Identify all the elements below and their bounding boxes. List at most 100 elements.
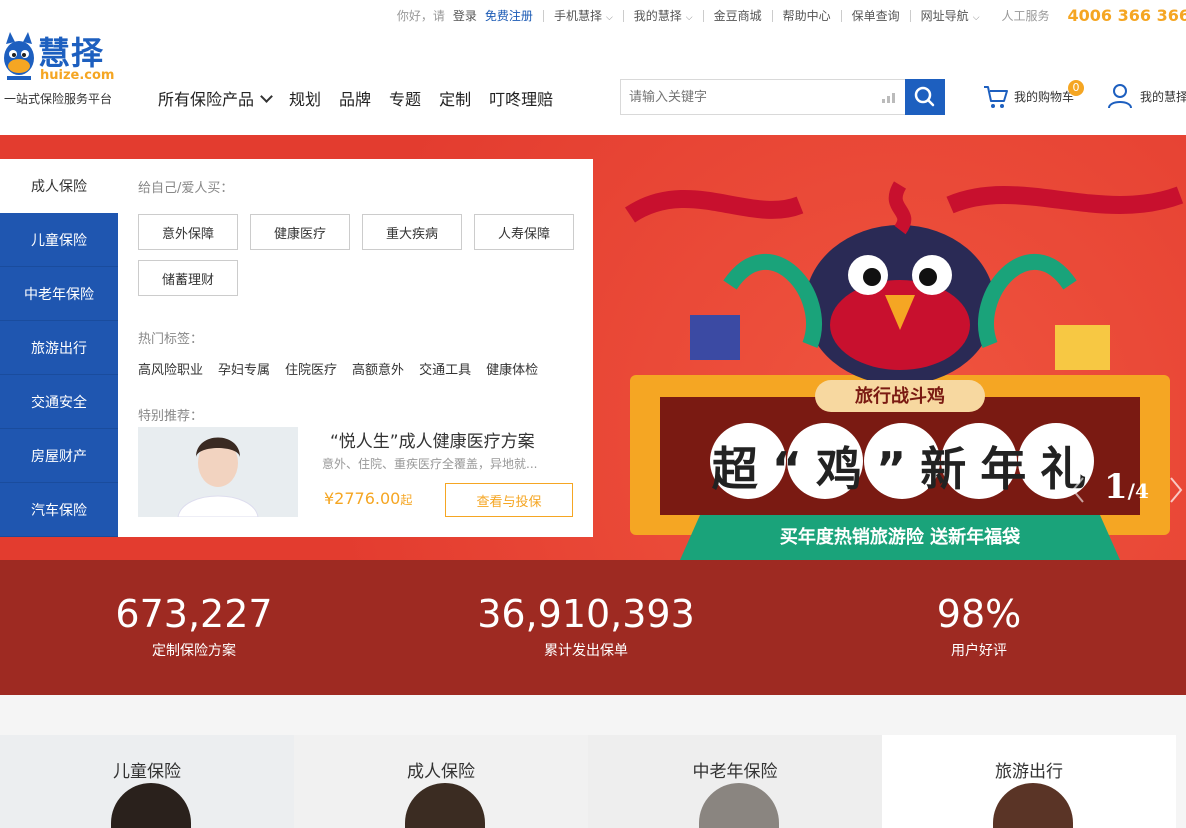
- shopping-cart-icon: [984, 86, 1008, 108]
- chevron-left-icon: [1071, 477, 1084, 503]
- hot-tags-label: 热门标签：: [138, 332, 204, 347]
- showcase-card-children[interactable]: 儿童保险: [0, 735, 294, 828]
- nav-planning[interactable]: 规划: [289, 86, 321, 110]
- card-title: 成人保险: [407, 762, 475, 782]
- banner-slogan: 买年度热销旅游险 送新年福袋: [779, 527, 1021, 548]
- nav-all-products[interactable]: 所有保险产品: [158, 86, 273, 110]
- horse-mascot-icon: [4, 32, 34, 80]
- showcase-card-elderly[interactable]: 中老年保险: [588, 735, 882, 828]
- category-panel: 给自己/爱人买： 意外保障 健康医疗 重大疾病 人寿保障 储蓄理财 热门标签： …: [138, 159, 578, 517]
- showcase-card-travel[interactable]: 旅游出行: [882, 735, 1176, 828]
- tag-savings[interactable]: 储蓄理财: [138, 260, 238, 296]
- hot-tag[interactable]: 健康体检: [486, 359, 538, 378]
- product-type-tags: 意外保障 健康医疗 重大疾病 人寿保障 储蓄理财: [138, 214, 598, 306]
- site-nav-menu[interactable]: 网址导航 ⌵: [921, 7, 980, 24]
- my-huize-label: 我的慧择: [633, 9, 682, 23]
- customer-service-link[interactable]: 人工服务: [1002, 7, 1050, 24]
- nav-all-products-label: 所有保险产品: [158, 90, 255, 109]
- site-nav-label: 网址导航: [920, 9, 969, 23]
- hot-tag[interactable]: 高额意外: [352, 359, 404, 378]
- stat-policies-issued: 36,910,393 累计发出保单: [436, 592, 736, 660]
- my-huize-menu[interactable]: 我的慧择 ⌵: [634, 7, 693, 24]
- stat-value: 36,910,393: [477, 592, 695, 636]
- hot-tag[interactable]: 高风险职业: [138, 359, 203, 378]
- product-photo[interactable]: [138, 427, 298, 517]
- nav-brand[interactable]: 品牌: [339, 86, 371, 110]
- brand-tagline: 一站式保险服务平台: [4, 92, 113, 106]
- divider: [622, 9, 624, 22]
- hotline-number: 4006 366 366: [1067, 6, 1186, 25]
- banner-title: 超“鸡”新年礼: [711, 442, 1101, 496]
- search-button[interactable]: [905, 79, 945, 115]
- product-price: ¥2776.00起: [324, 489, 412, 508]
- divider: [909, 9, 911, 22]
- nav-claims[interactable]: 叮咚理赔: [489, 86, 553, 110]
- hot-tag[interactable]: 住院医疗: [285, 359, 337, 378]
- category-property[interactable]: 房屋财产: [0, 429, 118, 483]
- category-adult[interactable]: 成人保险: [0, 159, 118, 213]
- stat-value: 98%: [936, 592, 1022, 636]
- price-value: ¥2776.00: [324, 489, 401, 508]
- brand-domain: huize.com: [40, 68, 115, 83]
- search-input[interactable]: [620, 79, 906, 115]
- hot-tag[interactable]: 孕妇专属: [218, 359, 270, 378]
- carousel-pager: 1/4: [1104, 467, 1149, 507]
- card-title: 旅游出行: [995, 762, 1063, 782]
- category-travel[interactable]: 旅游出行: [0, 321, 118, 375]
- category-menu: 成人保险 儿童保险 中老年保险 旅游出行 交通安全 房屋财产 汽车保险 给自己/…: [0, 159, 593, 537]
- logo[interactable]: 慧择 huize.com 一站式保险服务平台: [0, 28, 120, 108]
- main-nav: 所有保险产品 规划 品牌 专题 定制 叮咚理赔: [158, 86, 571, 110]
- chevron-right-icon: [1170, 477, 1183, 503]
- banner-subtitle: 旅行战斗鸡: [855, 386, 945, 407]
- account-link[interactable]: 我的慧择: [1106, 82, 1186, 110]
- product-title[interactable]: “悦人生”成人健康医疗方案: [330, 427, 535, 452]
- cart-count-badge: 0: [1068, 80, 1084, 96]
- top-bar: 你好，请 登录 免费注册 手机慧择 ⌵ 我的慧择 ⌵ 金豆商城 帮助中心 保单查询 …: [0, 0, 1186, 34]
- nav-custom[interactable]: 定制: [439, 86, 471, 110]
- tag-life[interactable]: 人寿保障: [474, 214, 574, 250]
- stat-user-rating: 98% 用户好评: [829, 592, 1129, 660]
- mobile-huize-label: 手机慧择: [553, 9, 602, 23]
- chevron-down-icon: ⌵: [972, 13, 980, 23]
- cart-label: 我的购物车: [1014, 89, 1075, 104]
- hot-tag[interactable]: 交通工具: [419, 359, 471, 378]
- person-photo: [993, 783, 1073, 828]
- stat-value: 673,227: [115, 592, 273, 636]
- hero-banner[interactable]: 旅行战斗鸡 超“鸡”新年礼 买年度热销旅游险 送新年福袋 1/4 成人保险 儿童…: [0, 135, 1186, 560]
- category-elderly[interactable]: 中老年保险: [0, 267, 118, 321]
- nav-topics[interactable]: 专题: [389, 86, 421, 110]
- user-icon: [1108, 84, 1132, 109]
- cart-link[interactable]: 我的购物车 0: [982, 80, 1084, 110]
- chevron-down-icon: ⌵: [605, 13, 613, 23]
- banner-artwork: [625, 181, 1184, 560]
- help-center-link[interactable]: 帮助中心: [783, 7, 831, 24]
- tag-critical-illness[interactable]: 重大疾病: [362, 214, 462, 250]
- gold-mall-link[interactable]: 金豆商城: [714, 7, 762, 24]
- register-link[interactable]: 免费注册: [485, 7, 533, 24]
- policy-query-link[interactable]: 保单查询: [852, 7, 900, 24]
- for-self-label: 给自己/爱人买：: [138, 181, 234, 196]
- top-links: 你好，请 登录 免费注册 手机慧择 ⌵ 我的慧择 ⌵ 金豆商城 帮助中心 保单查询 …: [397, 6, 1186, 25]
- category-auto[interactable]: 汽车保险: [0, 483, 118, 537]
- greeting-text: 你好，请: [396, 9, 445, 23]
- tag-accident[interactable]: 意外保障: [138, 214, 238, 250]
- tag-health[interactable]: 健康医疗: [250, 214, 350, 250]
- hot-tags: 高风险职业 孕妇专属 住院医疗 高额意外 交通工具 健康体检: [138, 359, 578, 378]
- chevron-down-icon: [260, 89, 273, 103]
- category-traffic[interactable]: 交通安全: [0, 375, 118, 429]
- category-children[interactable]: 儿童保险: [0, 213, 118, 267]
- carousel-next-arrow[interactable]: [1168, 475, 1184, 505]
- stats-bar: 673,227 定制保险方案 36,910,393 累计发出保单 98% 用户好…: [0, 560, 1186, 695]
- account-label: 我的慧择: [1140, 89, 1186, 104]
- view-and-buy-button[interactable]: 查看与投保: [445, 483, 573, 517]
- carousel-prev-arrow[interactable]: [1070, 475, 1086, 505]
- chevron-down-icon: ⌵: [685, 13, 693, 23]
- category-showcase: 儿童保险 成人保险 中老年保险 旅游出行: [0, 695, 1186, 828]
- divider: [702, 9, 704, 22]
- mobile-huize-menu[interactable]: 手机慧择 ⌵: [554, 7, 613, 24]
- divider: [542, 9, 544, 22]
- recommend-label: 特别推荐：: [138, 409, 204, 424]
- login-link[interactable]: 登录: [453, 7, 477, 24]
- card-title: 儿童保险: [113, 762, 181, 782]
- showcase-card-adult[interactable]: 成人保险: [294, 735, 588, 828]
